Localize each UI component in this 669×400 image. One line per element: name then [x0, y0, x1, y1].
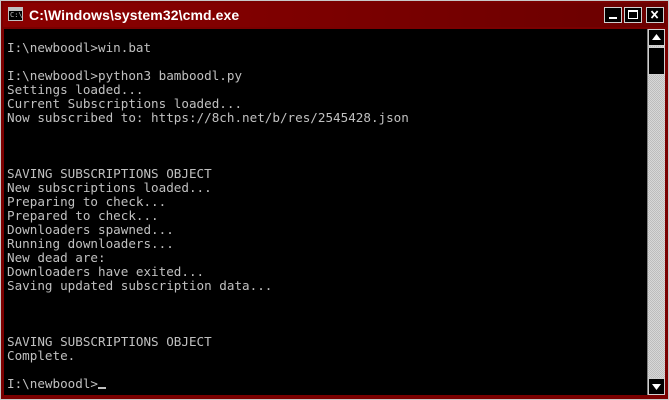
console-line: Running downloaders...: [7, 236, 174, 251]
console-line: Current Subscriptions loaded...: [7, 96, 243, 111]
console-line: Downloaders spawned...: [7, 222, 174, 237]
text-cursor: [98, 387, 106, 389]
close-icon: [650, 10, 659, 19]
console-line: Prepared to check...: [7, 208, 159, 223]
console-output-area[interactable]: I:\newboodl>win.bat I:\newboodl>python3 b…: [4, 29, 647, 395]
vertical-scrollbar[interactable]: [647, 29, 665, 395]
console-line: Now subscribed to: https://8ch.net/b/res…: [7, 110, 409, 125]
console-prompt-line[interactable]: I:\newboodl>: [7, 377, 409, 391]
window-title: C:\Windows\system32\cmd.exe: [29, 7, 240, 23]
cmd-app-icon-label: C:\: [10, 11, 23, 19]
console-line: Downloaders have exited...: [7, 264, 205, 279]
scroll-down-arrow-icon: [652, 384, 661, 390]
console-line: Settings loaded...: [7, 82, 144, 97]
console-prompt: I:\newboodl>: [7, 376, 98, 391]
console-text: I:\newboodl>win.bat I:\newboodl>python3 b…: [7, 41, 409, 391]
scroll-up-button[interactable]: [648, 29, 665, 46]
close-button[interactable]: [646, 7, 664, 23]
console-line: I:\newboodl>python3 bamboodl.py: [7, 68, 243, 83]
title-bar[interactable]: C:\ C:\Windows\system32\cmd.exe: [3, 3, 666, 27]
console-line: Complete.: [7, 348, 76, 363]
scroll-down-button[interactable]: [648, 378, 665, 395]
console-line: SAVING SUBSCRIPTIONS OBJECT: [7, 166, 212, 181]
cmd-app-icon[interactable]: C:\: [8, 7, 23, 21]
scroll-up-arrow-icon: [652, 34, 661, 40]
maximize-icon: [628, 10, 638, 19]
maximize-button[interactable]: [624, 7, 642, 23]
scrollbar-thumb[interactable]: [648, 47, 665, 75]
console-line: New dead are:: [7, 250, 106, 265]
console-line: SAVING SUBSCRIPTIONS OBJECT: [7, 334, 212, 349]
minimize-icon: [609, 17, 617, 19]
console-line: I:\newboodl>win.bat: [7, 40, 152, 55]
console-line: Preparing to check...: [7, 194, 167, 209]
minimize-button[interactable]: [604, 7, 622, 23]
console-line: New subscriptions loaded...: [7, 180, 212, 195]
cmd-window: C:\ C:\Windows\system32\cmd.exe I:\newbo…: [0, 0, 669, 400]
console-line: Saving updated subscription data...: [7, 278, 273, 293]
